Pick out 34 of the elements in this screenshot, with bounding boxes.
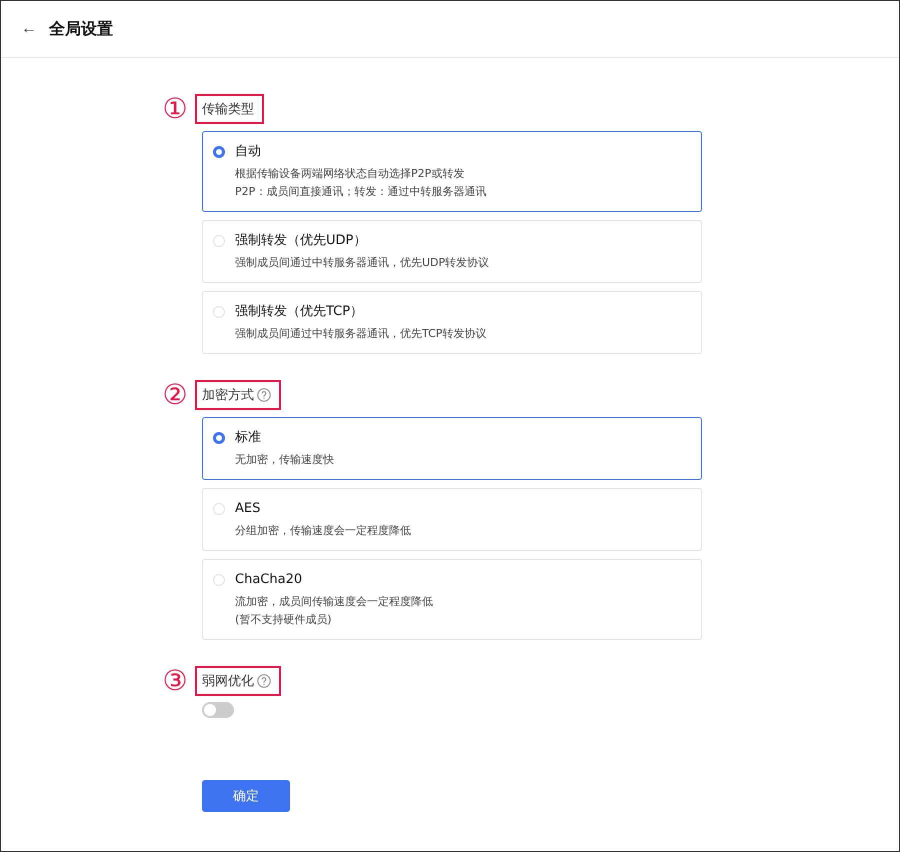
option-description: 无加密，传输速度快 — [235, 452, 334, 468]
option-card[interactable]: 强制转发（优先UDP） 强制成员间通过中转服务器通讯，优先UDP转发协议 — [202, 220, 702, 283]
option-card[interactable]: 标准 无加密，传输速度快 — [202, 417, 702, 480]
option-description: (暂不支持硬件成员) — [235, 612, 333, 628]
option-description: 强制成员间通过中转服务器通讯，优先UDP转发协议 — [235, 255, 490, 271]
step-number: ② — [161, 378, 189, 412]
option-title: 强制转发（优先TCP） — [235, 303, 364, 321]
option-title: 标准 — [235, 429, 262, 447]
option-title: AES — [235, 500, 262, 518]
help-icon[interactable] — [257, 674, 271, 688]
section-label: 加密方式 — [202, 387, 254, 404]
option-title: 自动 — [235, 143, 262, 161]
help-icon[interactable] — [257, 388, 271, 402]
option-description: 根据传输设备两端网络状态自动选择P2P或转发 — [235, 166, 466, 182]
section-label: 弱网优化 — [202, 673, 254, 690]
option-title: ChaCha20 — [235, 571, 304, 589]
step-number: ① — [161, 92, 189, 126]
option-description: P2P：成员间直接通讯；转发：通过中转服务器通讯 — [235, 184, 486, 200]
radio-button[interactable] — [213, 146, 225, 158]
option-card[interactable]: ChaCha20 流加密，成员间传输速度会一定程度降低 (暂不支持硬件成员) — [202, 559, 702, 640]
option-description: 分组加密，传输速度会一定程度降低 — [235, 523, 411, 539]
section-label: 传输类型 — [202, 101, 254, 118]
option-description: 强制成员间通过中转服务器通讯，优先TCP转发协议 — [235, 326, 486, 342]
step-number: ③ — [161, 664, 189, 698]
option-card[interactable]: AES 分组加密，传输速度会一定程度降低 — [202, 488, 702, 551]
confirm-button[interactable]: 确定 — [202, 780, 290, 812]
page-title: 全局设置 — [49, 18, 113, 40]
option-title: 强制转发（优先UDP） — [235, 232, 368, 250]
radio-button[interactable] — [213, 432, 225, 444]
option-card[interactable]: 自动 根据传输设备两端网络状态自动选择P2P或转发 P2P：成员间直接通讯；转发：通过中转服务器通讯 — [202, 131, 702, 212]
back-button[interactable]: ← — [21, 20, 37, 38]
option-description: 流加密，成员间传输速度会一定程度降低 — [235, 594, 433, 610]
option-card[interactable]: 强制转发（优先TCP） 强制成员间通过中转服务器通讯，优先TCP转发协议 — [202, 291, 702, 354]
toggle-switch[interactable] — [202, 702, 234, 718]
